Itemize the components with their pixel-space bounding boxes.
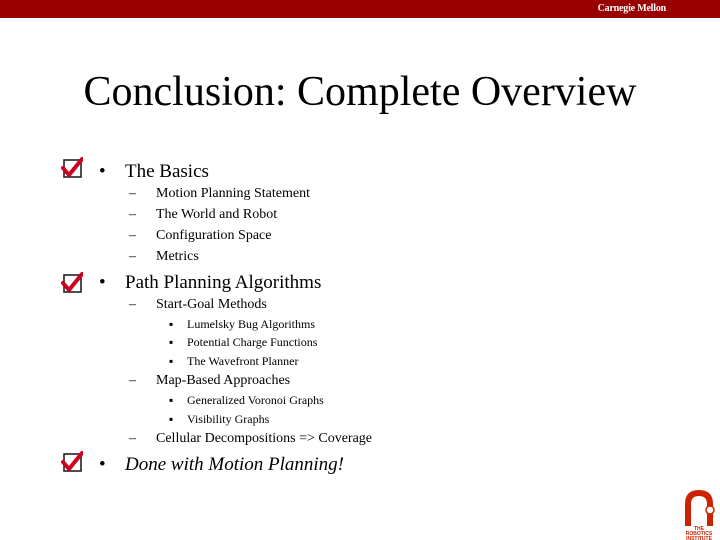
dash: – <box>129 228 136 243</box>
logo-line-3: INSTITUTE <box>686 536 712 540</box>
subitem-label: Visibility Graphs <box>187 412 270 426</box>
dash: – <box>129 373 136 388</box>
square-bullet: ▪ <box>169 393 174 407</box>
square-bullet: ▪ <box>169 335 174 349</box>
checkbox-checked-icon <box>61 272 83 293</box>
bullet: • <box>99 454 106 475</box>
square-bullet: ▪ <box>169 354 174 368</box>
brand-name: Carnegie Mellon <box>597 3 667 14</box>
item-label: Start-Goal Methods <box>156 297 267 312</box>
item-label: The World and Robot <box>156 207 278 222</box>
section-label: The Basics <box>125 161 209 182</box>
item-label: Configuration Space <box>156 228 272 243</box>
square-bullet: ▪ <box>169 317 174 331</box>
item-label: Metrics <box>156 249 199 264</box>
item-label: Motion Planning Statement <box>156 186 310 201</box>
subitem-label: Lumelsky Bug Algorithms <box>187 317 316 331</box>
subitem-label: Potential Charge Functions <box>187 335 318 349</box>
item-label: Map-Based Approaches <box>156 373 291 388</box>
square-bullet: ▪ <box>169 412 174 426</box>
robotics-institute-logo: THE ROBOTICS INSTITUTE <box>685 490 715 540</box>
header-bar: Carnegie Mellon <box>0 0 720 18</box>
bullet: • <box>99 272 106 293</box>
slide-title: Conclusion: Complete Overview <box>83 69 637 115</box>
dash: – <box>129 249 136 264</box>
bullet: • <box>99 161 106 182</box>
dash: – <box>129 297 136 312</box>
checkbox-checked-icon <box>61 451 83 472</box>
dash: – <box>129 207 136 222</box>
dash: – <box>129 431 136 446</box>
subitem-label: Generalized Voronoi Graphs <box>187 393 324 407</box>
checkbox-checked-icon <box>61 157 83 178</box>
section-label: Done with Motion Planning! <box>125 454 345 475</box>
dash: – <box>129 186 136 201</box>
subitem-label: The Wavefront Planner <box>187 354 299 368</box>
item-label: Cellular Decompositions => Coverage <box>156 431 373 446</box>
section-label: Path Planning Algorithms <box>125 272 322 293</box>
